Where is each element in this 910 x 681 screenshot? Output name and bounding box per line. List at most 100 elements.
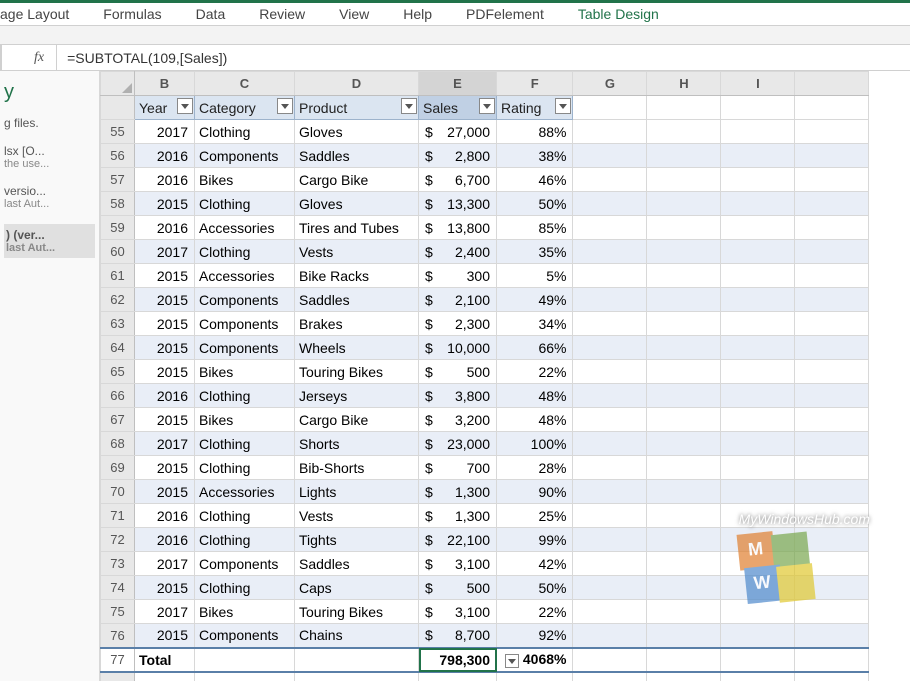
cell[interactable] [647,408,721,432]
cell-year[interactable]: 2017 [135,120,195,144]
cell-year[interactable]: 2015 [135,312,195,336]
cell[interactable] [573,288,647,312]
cell-category[interactable]: Components [195,288,295,312]
cell-rating[interactable]: 49% [497,288,573,312]
cell-rating[interactable]: 22% [497,600,573,624]
cell[interactable] [647,336,721,360]
row-header[interactable]: 58 [101,192,135,216]
cell-sales[interactable]: $700 [419,456,497,480]
cell[interactable] [647,672,721,681]
cell-product[interactable]: Touring Bikes [295,360,419,384]
cell-rating[interactable]: 28% [497,456,573,480]
cell-rating[interactable]: 5% [497,264,573,288]
cell[interactable] [721,576,795,600]
cell[interactable] [647,504,721,528]
total-rating-cell[interactable]: 4068% [497,648,573,672]
table-header-sales[interactable]: Sales [419,96,497,120]
table-header-rating[interactable]: Rating [497,96,573,120]
cell[interactable] [135,672,195,681]
row-header[interactable]: 57 [101,168,135,192]
cell[interactable] [295,672,419,681]
cell[interactable] [647,552,721,576]
cell[interactable] [721,168,795,192]
cell[interactable] [573,336,647,360]
total-sales-cell[interactable]: 798,300 [419,648,497,672]
cell-product[interactable]: Cargo Bike [295,168,419,192]
cell-category[interactable]: Components [195,552,295,576]
ribbon-tab-age-layout[interactable]: age Layout [0,6,69,22]
cell[interactable] [795,456,869,480]
row-header[interactable]: 71 [101,504,135,528]
row-header[interactable]: 65 [101,360,135,384]
row-header[interactable]: 69 [101,456,135,480]
cell-category[interactable]: Components [195,144,295,168]
cell-category[interactable]: Components [195,624,295,648]
row-header[interactable]: 77 [101,648,135,672]
column-header[interactable]: G [573,72,647,96]
cell[interactable] [795,648,869,672]
cell[interactable] [573,216,647,240]
filter-dropdown-icon[interactable] [555,98,571,114]
cell[interactable] [795,336,869,360]
row-header[interactable]: 59 [101,216,135,240]
cell-sales[interactable]: $1,300 [419,504,497,528]
cell-year[interactable]: 2016 [135,504,195,528]
cell-sales[interactable]: $10,000 [419,336,497,360]
cell[interactable] [795,552,869,576]
cell-sales[interactable]: $3,200 [419,408,497,432]
column-header[interactable]: E [419,72,497,96]
table-header-product[interactable]: Product [295,96,419,120]
ribbon-tab-review[interactable]: Review [259,6,305,22]
cell[interactable] [647,96,721,120]
row-header[interactable]: 60 [101,240,135,264]
cell[interactable] [647,216,721,240]
cell-rating[interactable]: 66% [497,336,573,360]
row-header[interactable]: 66 [101,384,135,408]
cell-rating[interactable]: 48% [497,384,573,408]
cell-sales[interactable]: $3,800 [419,384,497,408]
cell[interactable] [647,456,721,480]
cell[interactable] [721,336,795,360]
cell-year[interactable]: 2017 [135,240,195,264]
cell[interactable] [647,144,721,168]
cell[interactable] [573,264,647,288]
cell-sales[interactable]: $13,300 [419,192,497,216]
cell-rating[interactable]: 88% [497,120,573,144]
row-header[interactable]: 61 [101,264,135,288]
cell[interactable] [573,576,647,600]
cell-category[interactable]: Accessories [195,264,295,288]
cell-rating[interactable]: 90% [497,480,573,504]
cell-product[interactable]: Bib-Shorts [295,456,419,480]
cell-sales[interactable]: $2,400 [419,240,497,264]
cell-product[interactable]: Wheels [295,336,419,360]
cell[interactable] [647,192,721,216]
cell-product[interactable]: Saddles [295,552,419,576]
cell-product[interactable]: Gloves [295,192,419,216]
cell[interactable] [721,648,795,672]
cell[interactable] [647,384,721,408]
cell-year[interactable]: 2015 [135,192,195,216]
cell[interactable] [647,648,721,672]
table-header-year[interactable]: Year [135,96,195,120]
column-header[interactable] [795,72,869,96]
cell-rating[interactable]: 48% [497,408,573,432]
cell[interactable] [795,504,869,528]
cell[interactable] [573,552,647,576]
cell-category[interactable]: Clothing [195,384,295,408]
cell[interactable] [573,240,647,264]
cell[interactable] [721,144,795,168]
cell[interactable] [573,408,647,432]
row-header[interactable]: 64 [101,336,135,360]
cell-sales[interactable]: $6,700 [419,168,497,192]
cell-rating[interactable]: 50% [497,192,573,216]
total-label[interactable]: Total [135,648,195,672]
cell-year[interactable]: 2015 [135,624,195,648]
cell-category[interactable]: Clothing [195,120,295,144]
cell[interactable] [573,360,647,384]
cell[interactable] [647,624,721,648]
cell[interactable] [795,192,869,216]
cell-sales[interactable]: $1,300 [419,480,497,504]
cell-category[interactable]: Clothing [195,576,295,600]
cell[interactable] [573,168,647,192]
recent-file-item[interactable]: ) (ver...last Aut... [4,224,95,258]
